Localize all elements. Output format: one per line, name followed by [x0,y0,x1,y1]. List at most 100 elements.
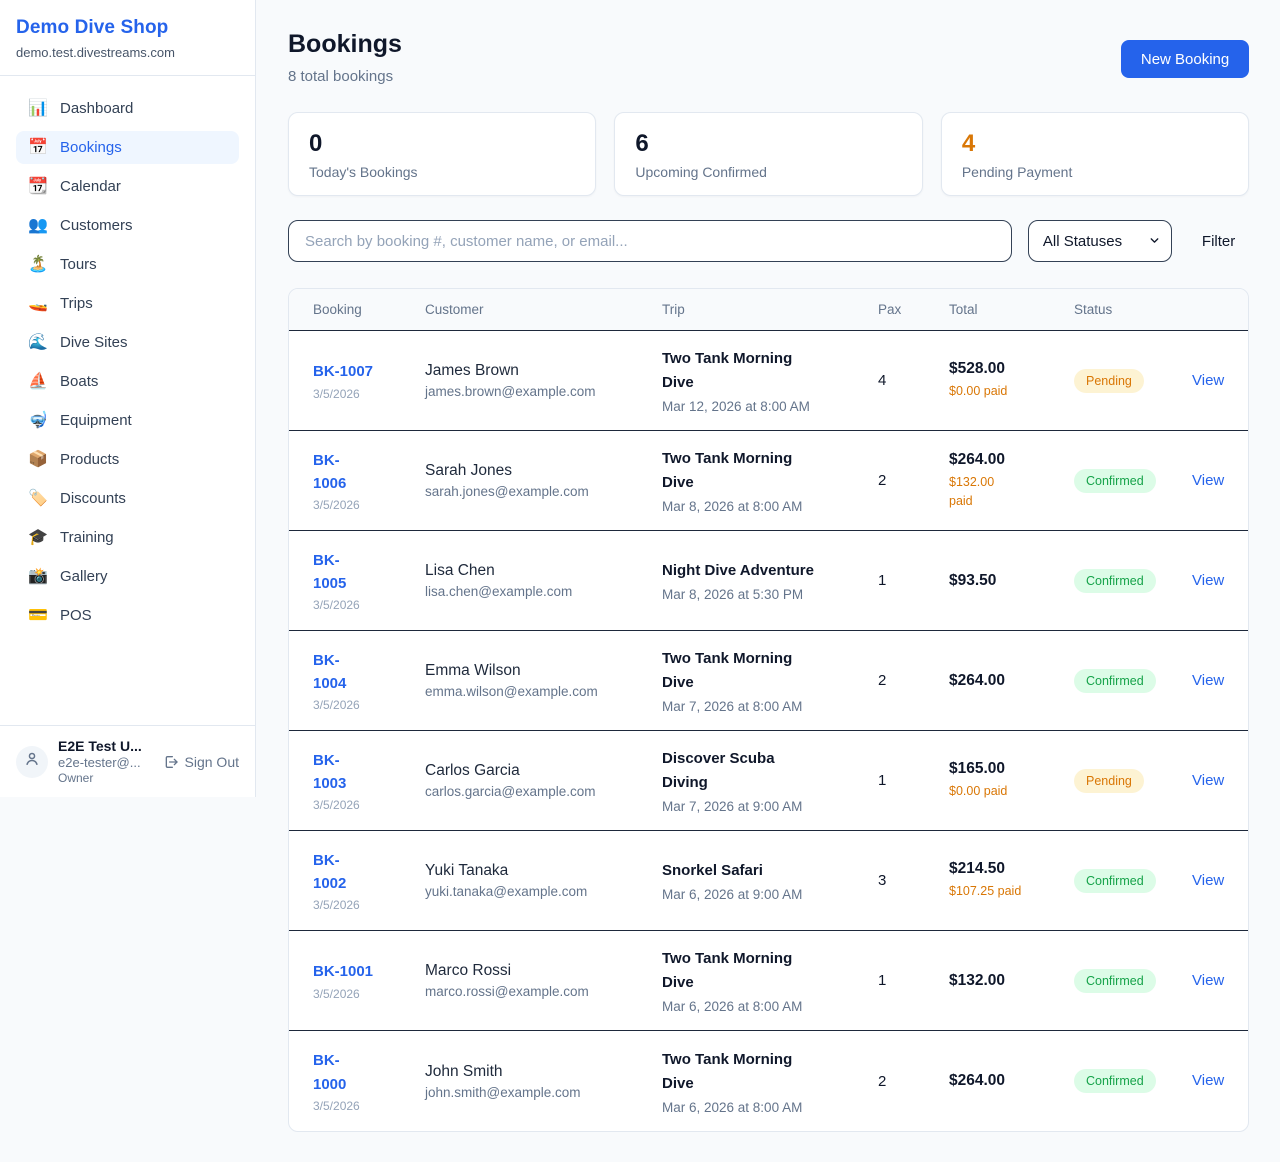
table-row: BK- 1003 3/5/2026 Carlos Garcia carlos.g… [289,731,1248,831]
trip-name: Snorkel Safari [662,859,878,883]
stat-card: 6 Upcoming Confirmed [614,112,922,196]
dashboard-icon: 📊 [28,101,48,117]
booking-date: 3/5/2026 [313,987,425,1001]
trip-time: Mar 8, 2026 at 8:00 AM [662,499,878,514]
status-badge: Pending [1074,369,1144,393]
user-icon [23,750,41,773]
booking-date: 3/5/2026 [313,498,425,512]
sidebar-item-equipment[interactable]: 🤿 Equipment [16,404,239,437]
booking-id-link[interactable]: BK-1001 [313,960,425,983]
main-content: Bookings 8 total bookings New Booking 0 … [256,0,1280,1132]
sidebar-item-customers[interactable]: 👥 Customers [16,209,239,242]
view-link[interactable]: View [1192,1072,1224,1089]
status-badge: Confirmed [1074,569,1156,593]
view-link[interactable]: View [1192,572,1224,589]
status-badge: Confirmed [1074,669,1156,693]
sidebar-item-trips[interactable]: 🚤 Trips [16,287,239,320]
booking-id-link[interactable]: BK- 1000 [313,1049,425,1096]
view-link[interactable]: View [1192,672,1224,689]
total-amount: $264.00 [949,451,1074,469]
pax-value: 2 [878,1073,949,1090]
page-header: Bookings 8 total bookings New Booking [288,30,1249,85]
column-header-total: Total [949,302,1074,317]
sign-out-button[interactable]: Sign Out [163,754,239,770]
search-input[interactable] [288,220,1012,262]
discounts-icon: 🏷️ [28,491,48,507]
brand-domain: demo.test.divestreams.com [16,45,239,60]
status-badge: Confirmed [1074,969,1156,993]
sidebar-item-dashboard[interactable]: 📊 Dashboard [16,92,239,125]
column-header-pax: Pax [878,302,949,317]
sidebar-item-gallery[interactable]: 📸 Gallery [16,560,239,593]
sign-out-label: Sign Out [185,754,239,770]
booking-id-link[interactable]: BK- 1004 [313,649,425,696]
customer-name: John Smith [425,1063,662,1081]
sidebar-item-training[interactable]: 🎓 Training [16,521,239,554]
brand-name: Demo Dive Shop [16,17,239,39]
filter-row: All Statuses Filter [288,220,1249,262]
sidebar-item-pos[interactable]: 💳 POS [16,599,239,632]
booking-id-link[interactable]: BK- 1005 [313,549,425,596]
column-header-status: Status [1074,302,1192,317]
total-amount: $132.00 [949,972,1074,990]
stat-value: 0 [309,130,575,158]
paid-amount: $132.00 paid [949,473,1074,509]
trip-time: Mar 7, 2026 at 8:00 AM [662,699,878,714]
trips-icon: 🚤 [28,296,48,312]
filter-button[interactable]: Filter [1172,233,1249,250]
table-row: BK-1007 3/5/2026 James Brown james.brown… [289,331,1248,431]
booking-date: 3/5/2026 [313,387,425,401]
trip-time: Mar 6, 2026 at 9:00 AM [662,887,878,902]
stat-value: 6 [635,130,901,158]
booking-id-link[interactable]: BK- 1003 [313,749,425,796]
tours-icon: 🏝️ [28,257,48,273]
view-link[interactable]: View [1192,872,1224,889]
table-row: BK- 1002 3/5/2026 Yuki Tanaka yuki.tanak… [289,831,1248,931]
view-link[interactable]: View [1192,372,1224,389]
view-link[interactable]: View [1192,772,1224,789]
pax-value: 2 [878,472,949,489]
bookings-table: BookingCustomerTripPaxTotalStatus BK-100… [288,288,1249,1132]
booking-id-link[interactable]: BK-1007 [313,360,425,383]
sidebar-nav: 📊 Dashboard 📅 Bookings 📆 Calendar 👥 Cust… [0,76,255,725]
sidebar-item-boats[interactable]: ⛵ Boats [16,365,239,398]
sidebar-item-tours[interactable]: 🏝️ Tours [16,248,239,281]
sidebar-item-products[interactable]: 📦 Products [16,443,239,476]
table-row: BK-1001 3/5/2026 Marco Rossi marco.rossi… [289,931,1248,1031]
view-link[interactable]: View [1192,972,1224,989]
customer-name: Lisa Chen [425,562,662,580]
pax-value: 1 [878,772,949,789]
stat-label: Today's Bookings [309,164,575,180]
status-badge: Confirmed [1074,869,1156,893]
brand-block[interactable]: Demo Dive Shop demo.test.divestreams.com [0,0,255,76]
sidebar: Demo Dive Shop demo.test.divestreams.com… [0,0,256,797]
new-booking-button[interactable]: New Booking [1121,40,1249,78]
view-link[interactable]: View [1192,472,1224,489]
pax-value: 1 [878,572,949,589]
page-subtitle: 8 total bookings [288,68,402,85]
booking-id-link[interactable]: BK- 1002 [313,849,425,896]
paid-amount: $0.00 paid [949,382,1074,400]
trip-time: Mar 12, 2026 at 8:00 AM [662,399,878,414]
customer-email: carlos.garcia@example.com [425,784,662,799]
customer-name: Emma Wilson [425,662,662,680]
sidebar-item-dive-sites[interactable]: 🌊 Dive Sites [16,326,239,359]
stat-label: Upcoming Confirmed [635,164,901,180]
booking-date: 3/5/2026 [313,598,425,612]
trip-name: Discover Scuba Diving [662,747,878,795]
pax-value: 4 [878,372,949,389]
sidebar-item-discounts[interactable]: 🏷️ Discounts [16,482,239,515]
trip-name: Two Tank Morning Dive [662,647,878,695]
status-badge: Confirmed [1074,469,1156,493]
boats-icon: ⛵ [28,374,48,390]
column-header-booking: Booking [313,302,425,317]
booking-id-link[interactable]: BK- 1006 [313,449,425,496]
gallery-icon: 📸 [28,569,48,585]
sidebar-item-bookings[interactable]: 📅 Bookings [16,131,239,164]
stat-value: 4 [962,130,1228,158]
sidebar-item-calendar[interactable]: 📆 Calendar [16,170,239,203]
status-select[interactable]: All Statuses [1028,220,1172,262]
trip-name: Two Tank Morning Dive [662,447,878,495]
trip-time: Mar 7, 2026 at 9:00 AM [662,799,878,814]
trip-time: Mar 6, 2026 at 8:00 AM [662,1100,878,1115]
